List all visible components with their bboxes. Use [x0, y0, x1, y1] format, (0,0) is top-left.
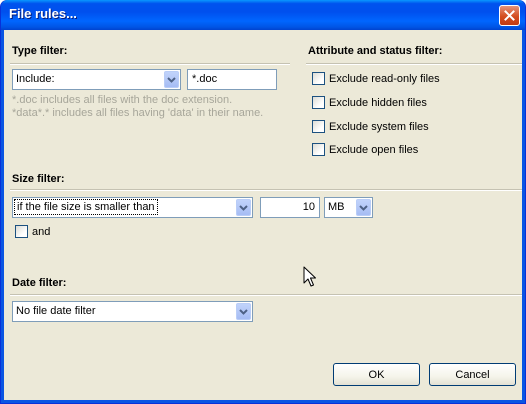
type-filter-pattern-value: *.doc: [192, 73, 218, 85]
close-icon: [504, 10, 515, 21]
date-filter-select[interactable]: No file date filter: [12, 301, 253, 322]
date-filter-heading: Date filter:: [12, 277, 67, 289]
size-and-checkbox[interactable]: [15, 225, 28, 238]
type-filter-mode-dropdown-button[interactable]: [164, 71, 179, 88]
type-filter-mode-value: Include:: [16, 73, 55, 85]
chevron-down-icon: [239, 308, 248, 315]
type-filter-hint-line-2: *data*.* includes all files having 'data…: [12, 107, 264, 119]
date-filter-dropdown-button[interactable]: [236, 303, 251, 320]
size-filter-divider: [10, 189, 522, 191]
cancel-button[interactable]: Cancel: [429, 363, 516, 386]
size-and-option[interactable]: and: [15, 225, 50, 238]
ok-button[interactable]: OK: [333, 363, 420, 386]
title-bar[interactable]: File rules...: [1, 0, 525, 30]
exclude-read-only-checkbox[interactable]: [312, 72, 325, 85]
close-button[interactable]: [499, 5, 520, 26]
type-filter-divider: [10, 63, 290, 65]
type-filter-hint-line-1: *.doc includes all files with the doc ex…: [12, 94, 233, 106]
size-condition-value: if the file size is smaller than: [14, 199, 158, 215]
size-condition-dropdown-button[interactable]: [236, 199, 251, 216]
size-unit-dropdown-button[interactable]: [356, 199, 371, 216]
chevron-down-icon: [239, 204, 248, 211]
size-and-label: and: [32, 225, 51, 238]
exclude-read-only-option[interactable]: Exclude read-only files: [312, 72, 440, 85]
attribute-filter-divider: [306, 63, 522, 65]
chevron-down-icon: [359, 204, 368, 211]
exclude-system-label: Exclude system files: [329, 120, 429, 133]
exclude-hidden-option[interactable]: Exclude hidden files: [312, 96, 427, 109]
exclude-system-checkbox[interactable]: [312, 120, 325, 133]
chevron-down-icon: [167, 76, 176, 83]
file-rules-dialog: File rules... Type filter: Include: *.do…: [0, 0, 526, 404]
size-condition-select[interactable]: if the file size is smaller than: [12, 197, 253, 218]
date-filter-divider: [10, 294, 522, 296]
dialog-body: Type filter: Include: *.doc *.doc includ…: [4, 30, 522, 400]
type-filter-heading: Type filter:: [12, 45, 68, 57]
size-unit-select[interactable]: MB: [324, 197, 373, 218]
size-filter-heading: Size filter:: [12, 173, 65, 185]
type-filter-mode-select[interactable]: Include:: [12, 69, 181, 90]
type-filter-pattern-field[interactable]: *.doc: [187, 69, 277, 90]
window-title: File rules...: [9, 6, 77, 21]
date-filter-value: No file date filter: [16, 305, 96, 317]
exclude-open-checkbox[interactable]: [312, 143, 325, 156]
exclude-open-label: Exclude open files: [329, 143, 419, 156]
exclude-read-only-label: Exclude read-only files: [329, 72, 440, 85]
exclude-system-option[interactable]: Exclude system files: [312, 120, 429, 133]
size-unit-value: MB: [328, 201, 345, 213]
exclude-hidden-label: Exclude hidden files: [329, 96, 427, 109]
mouse-pointer-icon: [303, 266, 316, 287]
size-value: 10: [302, 201, 315, 213]
size-value-field[interactable]: 10: [260, 197, 320, 218]
exclude-open-option[interactable]: Exclude open files: [312, 143, 418, 156]
attribute-filter-heading: Attribute and status filter:: [308, 45, 443, 57]
exclude-hidden-checkbox[interactable]: [312, 96, 325, 109]
